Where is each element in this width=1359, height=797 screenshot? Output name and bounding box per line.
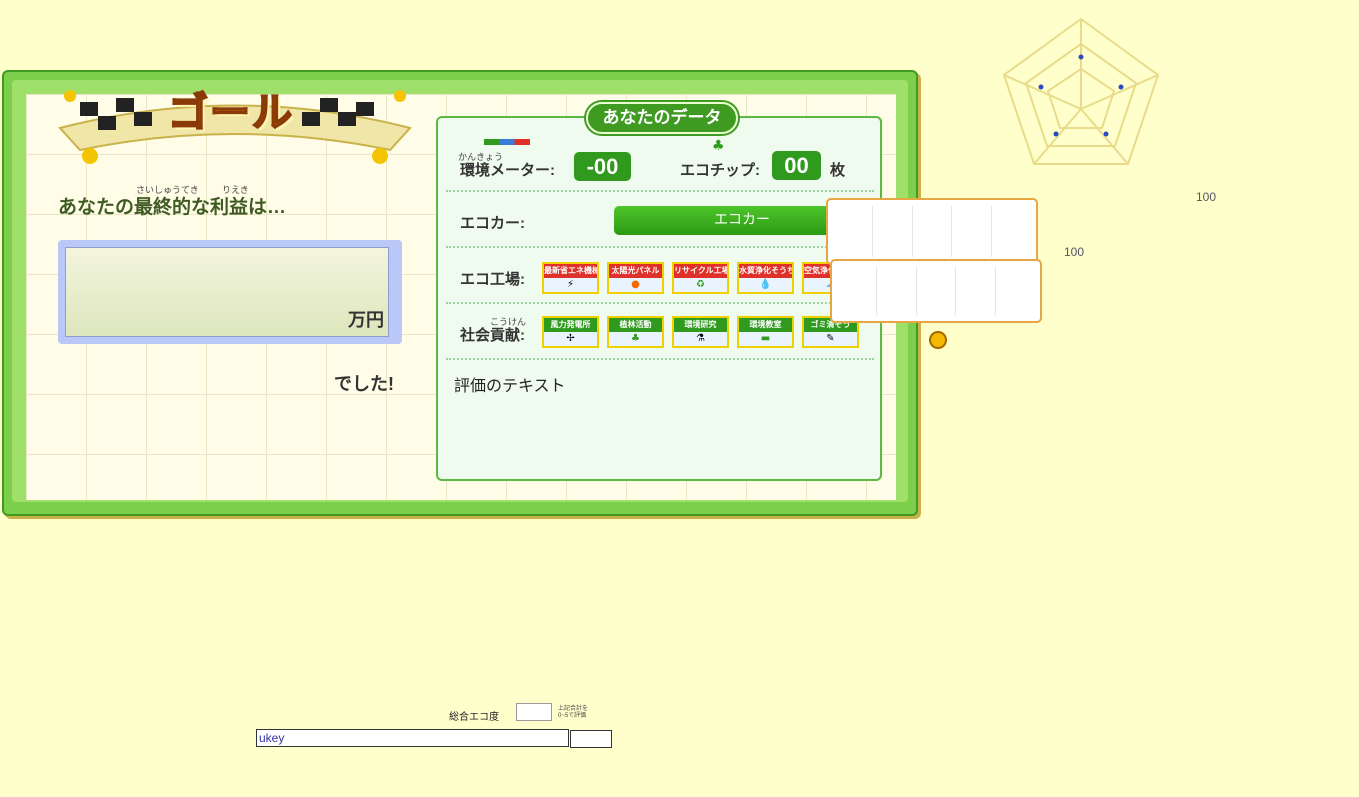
profit-label: あなたの最終的な利益は…	[58, 197, 287, 218]
factory-label: エコ工場:	[460, 271, 525, 288]
windmill-icon: ✢	[566, 333, 575, 344]
row-divider	[446, 246, 874, 248]
radar-chart	[1002, 17, 1160, 165]
water-drop-icon: 💧	[759, 279, 772, 290]
env-meter-value: -00	[574, 152, 631, 181]
recycle-icon: ♻	[696, 279, 705, 290]
radar-value: 100	[1196, 190, 1217, 204]
factory-items: 最新省エネ機械 ⚡ 太陽光パネル ● リサイクル工場 ♻ 水質浄化そうち 💧 空…	[542, 262, 859, 294]
sun-icon: ●	[631, 279, 640, 290]
row-divider	[446, 190, 874, 192]
social-items: 風力発電所 ✢ 植林活動 ♣ 環境研究 ⚗ 環境教室 ▬ ゴミ清そう ✎	[542, 316, 859, 348]
data-panel-title: あなたのデータ	[586, 102, 738, 134]
social-item[interactable]: 環境教室 ▬	[737, 316, 794, 348]
row-divider	[446, 302, 874, 304]
evaluation-text: 評価のテキスト	[454, 378, 566, 395]
ukey-submit-button[interactable]	[570, 730, 612, 748]
lightning-icon: ⚡	[566, 279, 575, 290]
tree-icon: ♣	[631, 333, 640, 344]
ecochip-label: エコチップ:	[680, 162, 760, 179]
factory-item[interactable]: 太陽光パネル ●	[607, 262, 664, 294]
social-item[interactable]: 風力発電所 ✢	[542, 316, 599, 348]
ukey-input[interactable]: ukey	[256, 729, 569, 747]
meter-color-icon	[484, 139, 530, 145]
social-item-label: 植林活動	[609, 318, 662, 332]
social-label: 社会貢献:	[460, 327, 525, 344]
tooltip-popup	[826, 198, 1038, 265]
profit-value-field	[65, 247, 389, 337]
magnifier-icon[interactable]	[929, 331, 947, 349]
eco-chip-icon: ♣	[712, 138, 725, 154]
factory-item[interactable]: リサイクル工場 ♻	[672, 262, 729, 294]
social-item-label: 風力発電所	[544, 318, 597, 332]
blackboard-icon: ▬	[760, 333, 771, 344]
total-eco-input[interactable]	[516, 703, 552, 721]
trash-icon: ✎	[826, 333, 835, 344]
social-item[interactable]: 環境研究 ⚗	[672, 316, 729, 348]
social-item-label: 環境研究	[674, 318, 727, 332]
goal-title: ゴール	[167, 89, 294, 137]
factory-item[interactable]: 最新省エネ機械 ⚡	[542, 262, 599, 294]
radar-value: 100	[1064, 245, 1085, 259]
factory-item-label: リサイクル工場	[674, 264, 727, 278]
tooltip-popup	[830, 259, 1042, 323]
eco-note-line: 上記合計を	[558, 706, 589, 712]
profit-suffix: でした!	[334, 374, 394, 394]
env-meter-label: 環境メーター:	[460, 162, 555, 179]
total-eco-label: 総合エコ度	[449, 712, 499, 723]
ecochip-value: 00	[772, 151, 821, 180]
profit-unit: 万円	[348, 310, 384, 330]
social-item[interactable]: 植林活動 ♣	[607, 316, 664, 348]
factory-item-label: 水質浄化そうち	[739, 264, 792, 278]
row-divider	[446, 358, 874, 360]
ecochip-unit: 枚	[830, 162, 846, 179]
factory-item-label: 最新省エネ機械	[544, 264, 597, 278]
social-item-label: 環境教室	[739, 318, 792, 332]
ecocar-label: エコカー:	[460, 215, 525, 232]
research-icon: ⚗	[696, 333, 705, 344]
factory-item-label: 太陽光パネル	[609, 264, 662, 278]
factory-item[interactable]: 水質浄化そうち 💧	[737, 262, 794, 294]
eco-note: 上記合計を 0~5で評価	[558, 706, 588, 720]
eco-note-line: 0~5で評価	[558, 713, 587, 719]
